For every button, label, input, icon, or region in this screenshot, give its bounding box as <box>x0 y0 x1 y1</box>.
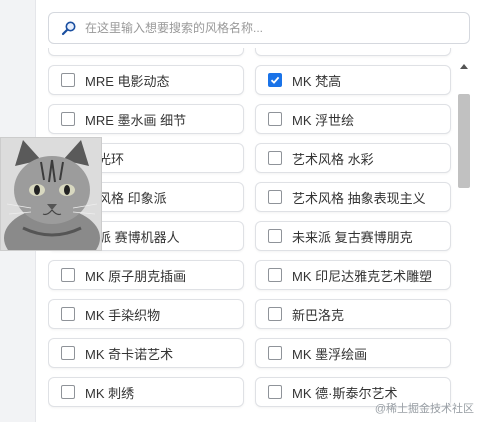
style-option-label: MK 奇卡诺艺术 <box>85 346 174 362</box>
checkbox[interactable] <box>268 268 282 282</box>
style-option-label: MK 刺绣 <box>85 385 135 401</box>
checkbox[interactable] <box>268 151 282 165</box>
style-option-label: MK 原子朋克插画 <box>85 268 187 284</box>
style-option[interactable]: MK 墨浮绘画 <box>255 338 451 368</box>
style-option[interactable]: 新巴洛克 <box>255 299 451 329</box>
style-option[interactable]: MK 奇卡诺艺术 <box>48 338 244 368</box>
style-option-label: MK 手染织物 <box>85 307 161 323</box>
search-box[interactable] <box>48 12 470 44</box>
checkbox[interactable] <box>61 73 75 87</box>
checkbox[interactable] <box>268 385 282 399</box>
style-option[interactable]: MK 浮世绘 <box>255 104 451 134</box>
style-option[interactable] <box>48 48 244 56</box>
watermark: @稀土掘金技术社区 <box>375 400 474 416</box>
checkbox[interactable] <box>268 112 282 126</box>
checkbox[interactable] <box>268 307 282 321</box>
style-option[interactable]: 未来派 复古赛博朋克 <box>255 221 451 251</box>
style-option-label: 艺术风格 水彩 <box>292 151 374 167</box>
style-option[interactable]: MRE 墨水画 细节 <box>48 104 244 134</box>
style-option-label: MRE 墨水画 细节 <box>85 112 187 128</box>
style-option[interactable]: 艺术风格 水彩 <box>255 143 451 173</box>
style-option[interactable]: MK 印尼达雅克艺术雕塑 <box>255 260 451 290</box>
style-option-label: MK 墨浮绘画 <box>292 346 368 362</box>
checkbox[interactable] <box>268 190 282 204</box>
style-option-label: MK 德·斯泰尔艺术 <box>292 385 398 401</box>
check-icon <box>270 76 280 84</box>
style-option-label: 艺术风格 抽象表现主义 <box>292 190 426 206</box>
scroll-up-arrow-icon[interactable] <box>460 64 468 69</box>
checkbox[interactable] <box>61 307 75 321</box>
scrollbar-thumb[interactable] <box>458 94 470 188</box>
style-option-label: 新巴洛克 <box>292 307 345 323</box>
watermark-text: @稀土掘金技术社区 <box>374 403 474 415</box>
scrollbar[interactable] <box>456 58 472 422</box>
checkbox[interactable] <box>268 229 282 243</box>
checkbox[interactable] <box>268 346 282 360</box>
style-option[interactable]: MK 手染织物 <box>48 299 244 329</box>
style-option[interactable]: MK 原子朋克插画 <box>48 260 244 290</box>
style-option-label: MRE 电影动态 <box>85 73 170 89</box>
checkbox-checked[interactable] <box>268 73 282 87</box>
checkbox[interactable] <box>61 112 75 126</box>
style-option-label: MK 浮世绘 <box>292 112 355 128</box>
cat-thumbnail <box>0 137 102 251</box>
checkbox[interactable] <box>61 385 75 399</box>
style-option-label: MK 印尼达雅克艺术雕塑 <box>292 268 433 284</box>
checkbox[interactable] <box>61 346 75 360</box>
style-option-label: 未来派 复古赛博朋克 <box>292 229 413 245</box>
style-list: MRE 电影动态 MK 梵高 MRE 墨水画 细节 MK 浮世绘 术光环 艺术风格 水彩术… <box>48 48 453 422</box>
style-option[interactable]: 艺术风格 抽象表现主义 <box>255 182 451 212</box>
search-input[interactable] <box>83 20 469 36</box>
checkbox[interactable] <box>61 268 75 282</box>
style-option-label: MK 梵高 <box>292 73 342 89</box>
search-icon <box>61 20 77 36</box>
style-option[interactable]: MK 刺绣 <box>48 377 244 407</box>
style-option[interactable]: MK 梵高 <box>255 65 451 95</box>
style-option[interactable]: MRE 电影动态 <box>48 65 244 95</box>
style-option[interactable] <box>255 48 451 56</box>
